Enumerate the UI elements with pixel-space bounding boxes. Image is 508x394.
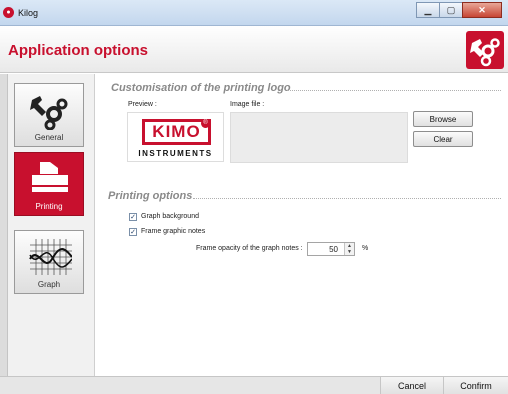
kimo-logo: KIMO ® <box>142 119 211 145</box>
stepper-arrows-icon[interactable]: ▲ ▼ <box>344 243 354 255</box>
close-button[interactable]: ✕ <box>462 2 502 18</box>
confirm-button[interactable]: Confirm <box>443 377 508 394</box>
sidebar-item-label: Printing <box>35 202 63 211</box>
section-divider <box>193 198 501 199</box>
window-controls: ▁ ▢ ✕ <box>416 2 502 18</box>
logo-preview: KIMO ® INSTRUMENTS <box>127 112 224 162</box>
logo-subtext: INSTRUMENTS <box>138 149 213 158</box>
footer-bar: Cancel Confirm <box>0 376 508 394</box>
sidebar-item-general[interactable]: General <box>14 83 84 147</box>
section-divider <box>287 90 501 91</box>
sidebar-edge <box>0 74 8 376</box>
clear-button[interactable]: Clear <box>413 131 473 147</box>
browse-button[interactable]: Browse <box>413 111 473 127</box>
cancel-button[interactable]: Cancel <box>380 377 443 394</box>
frame-notes-checkbox[interactable]: ✓ <box>129 228 137 236</box>
sidebar-item-label: Graph <box>37 280 61 289</box>
app-icon: ● <box>3 7 14 18</box>
page-title: Application options <box>8 42 148 59</box>
window-titlebar: ● Kilog ▁ ▢ ✕ <box>0 0 508 26</box>
printer-icon <box>32 162 68 192</box>
sidebar-item-printing[interactable]: Printing <box>14 152 84 216</box>
logo-text: KIMO <box>152 122 201 141</box>
graph-icon <box>29 239 72 275</box>
image-file-label: Image file : <box>230 101 265 108</box>
printing-section-title: Printing options <box>108 190 193 202</box>
settings-gears-icon <box>466 31 504 69</box>
preview-label: Preview : <box>128 101 157 108</box>
minimize-button[interactable]: ▁ <box>416 2 440 18</box>
general-gears-icon <box>30 96 68 130</box>
opacity-label: Frame opacity of the graph notes : <box>196 245 303 252</box>
sidebar-item-graph[interactable]: Graph <box>14 230 84 294</box>
maximize-button[interactable]: ▢ <box>439 2 463 18</box>
opacity-value: 50 <box>329 245 338 254</box>
image-file-box[interactable] <box>230 112 408 163</box>
graph-background-checkbox[interactable]: ✓ <box>129 213 137 221</box>
opacity-unit: % <box>362 245 369 252</box>
page-header: Application options <box>0 26 508 73</box>
logo-section-title: Customisation of the printing logo <box>111 82 291 94</box>
frame-notes-label: Frame graphic notes <box>141 228 206 235</box>
opacity-stepper[interactable]: 50 ▲ ▼ <box>307 242 355 256</box>
window-title: Kilog <box>18 8 39 18</box>
registered-mark: ® <box>201 119 210 128</box>
sidebar-item-label: General <box>34 133 64 142</box>
graph-background-label: Graph background <box>141 213 199 220</box>
